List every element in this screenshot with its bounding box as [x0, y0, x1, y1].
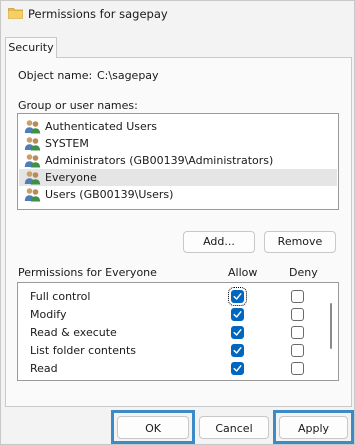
deny-checkbox[interactable] [291, 326, 304, 339]
checkmark-icon [233, 347, 242, 354]
permission-name: Read [30, 362, 58, 375]
user-group-icon [24, 171, 41, 185]
folder-icon [8, 8, 23, 19]
remove-button[interactable]: Remove [264, 231, 336, 253]
permission-name: Read & execute [30, 326, 117, 339]
allow-checkbox[interactable] [231, 308, 244, 321]
permission-row: Read [18, 360, 318, 378]
allow-checkbox[interactable] [231, 362, 244, 375]
deny-checkbox[interactable] [291, 362, 304, 375]
permission-name: Full control [30, 290, 91, 303]
user-list-item-label: Everyone [45, 171, 97, 184]
checkmark-icon [233, 311, 242, 318]
permission-row: List folder contents [18, 342, 318, 360]
group-user-names-label: Group or user names: [18, 99, 138, 112]
user-list-item[interactable]: Users (GB00139\Users) [19, 186, 337, 203]
checkmark-icon [233, 293, 242, 300]
object-name-label: Object name: [18, 69, 93, 82]
deny-checkbox[interactable] [291, 344, 304, 357]
checkmark-icon [233, 329, 242, 336]
user-group-icon [24, 137, 41, 151]
user-list-item[interactable]: Everyone [19, 169, 337, 186]
allow-checkbox[interactable] [228, 287, 247, 306]
title-bar: Permissions for sagepay [1, 1, 354, 29]
tab-security[interactable]: Security [5, 37, 57, 58]
permission-name: Modify [30, 308, 67, 321]
user-list[interactable]: Authenticated Users SYSTEM Administrators … [17, 113, 339, 210]
permissions-list: Full control Modify Read & execute List fol… [17, 282, 339, 381]
permission-row: Read & execute [18, 324, 318, 342]
user-list-item[interactable]: Administrators (GB00139\Administrators) [19, 152, 337, 169]
user-group-icon [24, 154, 41, 168]
permission-name: List folder contents [30, 344, 136, 357]
permissions-dialog: Permissions for sagepay Security Object … [0, 0, 355, 445]
user-group-icon [24, 188, 41, 202]
allow-checkbox[interactable] [231, 344, 244, 357]
user-list-item-label: Administrators (GB00139\Administrators) [45, 154, 274, 167]
window-title: Permissions for sagepay [28, 7, 168, 21]
deny-checkbox[interactable] [291, 290, 304, 303]
scrollbar[interactable] [328, 287, 334, 377]
allow-header: Allow [228, 266, 258, 279]
user-list-item-label: SYSTEM [45, 137, 89, 150]
user-list-item[interactable]: SYSTEM [19, 135, 337, 152]
user-list-item-label: Users (GB00139\Users) [45, 188, 174, 201]
permission-row: Modify [18, 306, 318, 324]
allow-checkbox[interactable] [231, 326, 244, 339]
user-group-icon [24, 120, 41, 134]
permission-row: Full control [18, 287, 318, 306]
checkmark-icon [233, 365, 242, 372]
cancel-button[interactable]: Cancel [199, 416, 269, 439]
ok-button[interactable]: OK [117, 416, 189, 439]
user-list-item-label: Authenticated Users [45, 120, 158, 133]
add-button[interactable]: Add... [183, 231, 255, 253]
user-list-item[interactable]: Authenticated Users [19, 118, 337, 135]
deny-header: Deny [289, 266, 318, 279]
object-name-value: C:\sagepay [97, 69, 159, 82]
permissions-label: Permissions for Everyone [18, 266, 157, 279]
deny-checkbox[interactable] [291, 308, 304, 321]
apply-button[interactable]: Apply [279, 416, 348, 439]
scroll-thumb[interactable] [330, 303, 332, 349]
